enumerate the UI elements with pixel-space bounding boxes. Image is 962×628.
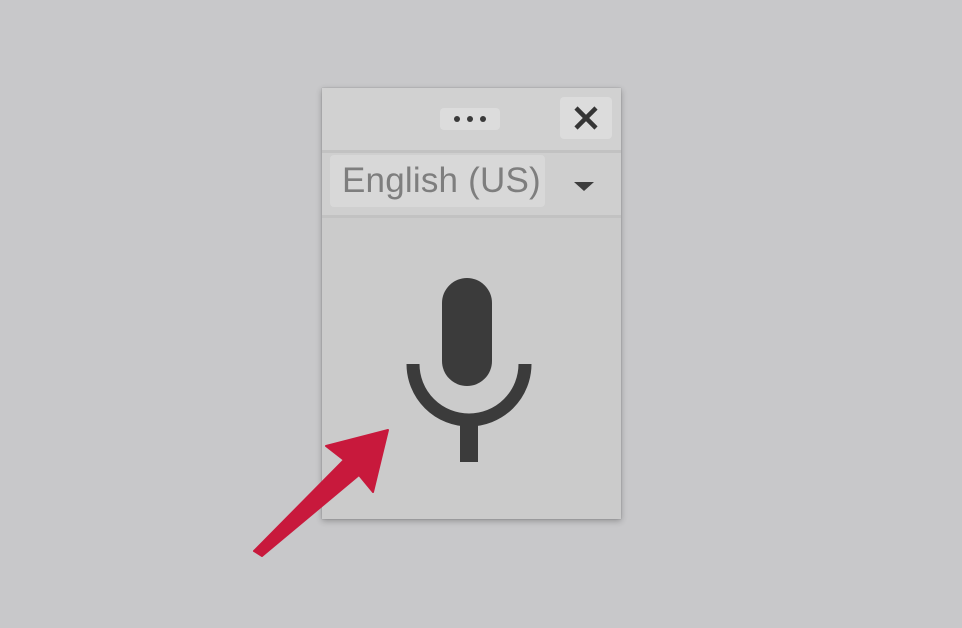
language-dropdown-button[interactable] [564,171,604,201]
language-bar: English (US) [322,153,621,215]
close-icon [574,106,598,130]
language-select[interactable]: English (US) [330,155,545,207]
microphone-icon [406,278,532,462]
more-horizontal-icon [454,116,460,122]
more-horizontal-icon [467,116,473,122]
caret-down-icon [574,182,594,191]
more-options-button[interactable] [440,108,500,130]
title-bar[interactable] [322,88,621,150]
language-label: English (US) [342,161,541,200]
close-button[interactable] [560,97,612,139]
more-horizontal-icon [480,116,486,122]
microphone-button[interactable] [404,276,544,466]
arrow-pointer-icon [253,429,389,557]
